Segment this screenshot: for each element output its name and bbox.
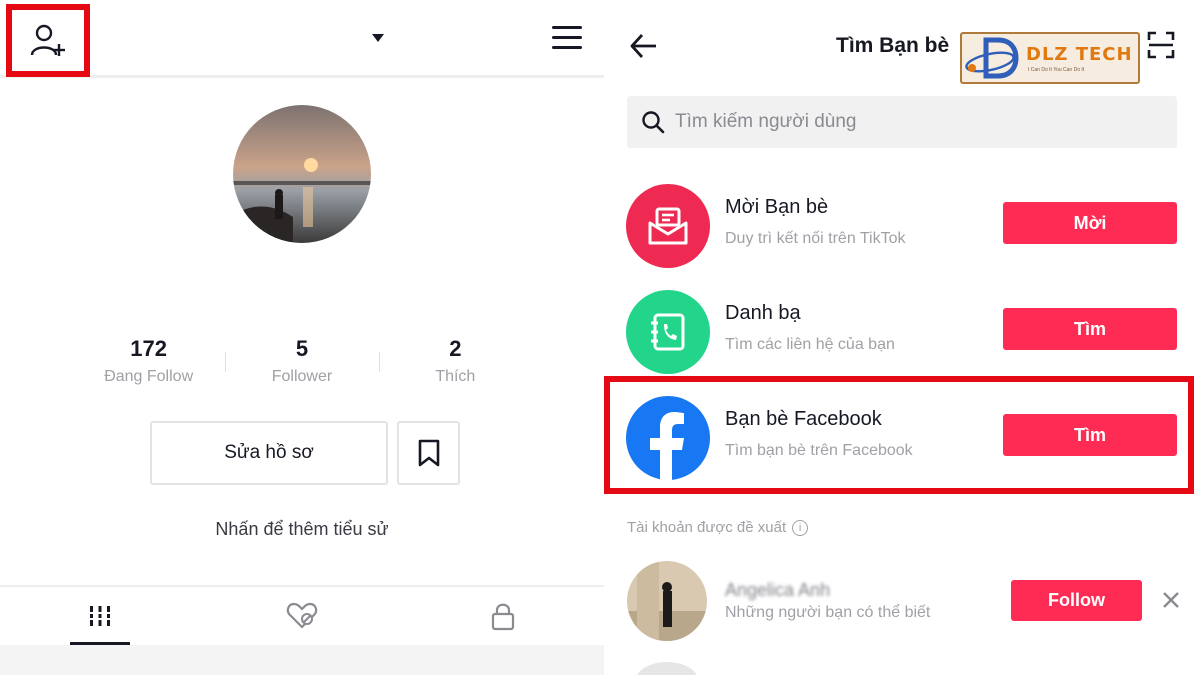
scan-button[interactable] (1146, 30, 1176, 60)
stat-label: Follower (271, 368, 333, 385)
suggested-avatar[interactable] (627, 561, 707, 641)
scan-qr-icon (1147, 31, 1175, 59)
bookmark-icon (418, 439, 439, 467)
suggested-name: Angelica Anh (725, 580, 831, 600)
profile-avatar[interactable] (233, 105, 371, 243)
search-bar[interactable] (627, 96, 1177, 148)
profile-top-bar (0, 0, 604, 78)
invite-friends-row: Mời Bạn bè Duy trì kết nối trên TikTok M… (610, 170, 1200, 270)
back-arrow-icon (630, 34, 656, 58)
stat-value: 2 (449, 336, 462, 361)
row-title: Mời Bạn bè (725, 196, 829, 218)
hamburger-menu-icon[interactable] (552, 26, 582, 52)
suggested-label: Tài khoản được đề xuất (627, 519, 787, 536)
bookmark-button[interactable] (397, 421, 460, 485)
profile-panel: 172 Đang Follow 5 Follower 2 Thích Sửa h… (0, 0, 604, 675)
edit-profile-button[interactable]: Sửa hồ sơ (150, 421, 388, 485)
stat-followers[interactable]: 5 Follower (225, 334, 378, 394)
logo-tagline: I Can Do It You Can Do It (1028, 67, 1085, 73)
bio-prompt[interactable]: Nhấn để thêm tiểu sử (0, 519, 604, 540)
page-title: Tìm Bạn bè (836, 34, 950, 57)
follow-button[interactable]: Follow (1011, 580, 1142, 621)
row-subtitle: Duy trì kết nối trên TikTok (725, 230, 906, 247)
suggested-subtitle: Những người bạn có thể biết (725, 604, 931, 621)
stat-likes[interactable]: 2 Thích (378, 334, 532, 394)
search-icon (642, 111, 665, 134)
tab-liked[interactable] (242, 587, 362, 645)
row-subtitle: Tìm các liên hệ của bạn (725, 336, 895, 353)
stat-label: Thích (435, 368, 476, 385)
tab-videos[interactable] (40, 587, 160, 645)
tab-private[interactable] (443, 587, 563, 645)
info-icon[interactable]: i (792, 519, 809, 536)
logo-mark-icon (965, 37, 1019, 79)
suggested-accounts-header: Tài khoản được đề xuất i (627, 519, 809, 536)
video-grid-icon (88, 606, 112, 626)
brand-logo: DLZ TECH I Can Do It You Can Do It (960, 32, 1140, 84)
stat-value: 5 (295, 336, 309, 361)
contacts-book-icon (626, 290, 710, 374)
find-friends-panel: Tìm Bạn bè DLZ TECH I Can Do It You Can … (604, 0, 1200, 675)
person-add-icon (30, 24, 65, 56)
contacts-row: Danh bạ Tìm các liên hệ của bạn Tìm (610, 276, 1200, 376)
stat-label: Đang Follow (104, 368, 194, 385)
highlight-frame (604, 376, 1194, 494)
search-input[interactable] (675, 111, 1155, 133)
stat-value: 172 (130, 336, 168, 361)
next-suggested-avatar[interactable] (635, 662, 699, 675)
invite-button[interactable]: Mời (1003, 202, 1177, 244)
logo-text: DLZ TECH (1026, 44, 1133, 65)
bottom-strip (0, 645, 604, 675)
profile-stats: 172 Đang Follow 5 Follower 2 Thích (72, 334, 532, 394)
stat-following[interactable]: 172 Đang Follow (72, 334, 225, 394)
back-button[interactable] (628, 30, 660, 62)
add-friend-button[interactable] (6, 4, 90, 77)
find-contacts-button[interactable]: Tìm (1003, 308, 1177, 350)
close-icon[interactable] (1159, 588, 1183, 612)
profile-tabs (0, 585, 604, 645)
lock-icon (491, 603, 515, 631)
row-title: Danh bạ (725, 302, 801, 324)
invite-envelope-icon (626, 184, 710, 268)
chevron-down-icon[interactable] (372, 34, 384, 42)
liked-heart-icon (286, 602, 318, 629)
